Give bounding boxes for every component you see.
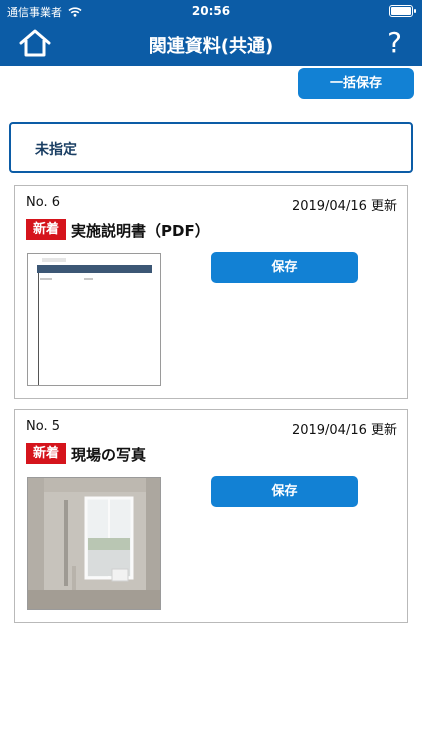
document-card: No. 6 2019/04/16 更新 新着 実施説明書（PDF） 保存 [14,185,408,399]
document-number: No. 5 [26,419,60,434]
save-button[interactable]: 保存 [211,476,358,507]
help-button[interactable]: ? [387,26,402,59]
status-time: 20:56 [191,4,231,18]
new-badge: 新着 [26,219,66,240]
app-header: 通信事業者 20:56 関連資料(共通) ? [0,0,422,66]
photo-thumbnail[interactable] [27,477,161,610]
new-badge: 新着 [26,443,66,464]
document-number: No. 6 [26,195,60,210]
room-photo-image [28,478,160,609]
status-bar: 通信事業者 20:56 [0,0,422,24]
page-title: 関連資料(共通) [148,36,274,57]
document-title: 現場の写真 [71,446,147,464]
bulk-save-button[interactable]: 一括保存 [298,68,414,99]
pdf-thumbnail[interactable] [27,253,161,386]
pdf-document-icon [28,254,160,385]
document-card: No. 5 2019/04/16 更新 新着 現場の写真 保存 [14,409,408,623]
category-selector[interactable]: 未指定 [9,122,413,173]
battery-icon [389,5,416,17]
document-updated: 2019/04/16 更新 [291,423,397,438]
category-label: 未指定 [35,142,77,158]
document-title: 実施説明書（PDF） [71,222,210,240]
save-button[interactable]: 保存 [211,252,358,283]
document-updated: 2019/04/16 更新 [291,199,397,214]
